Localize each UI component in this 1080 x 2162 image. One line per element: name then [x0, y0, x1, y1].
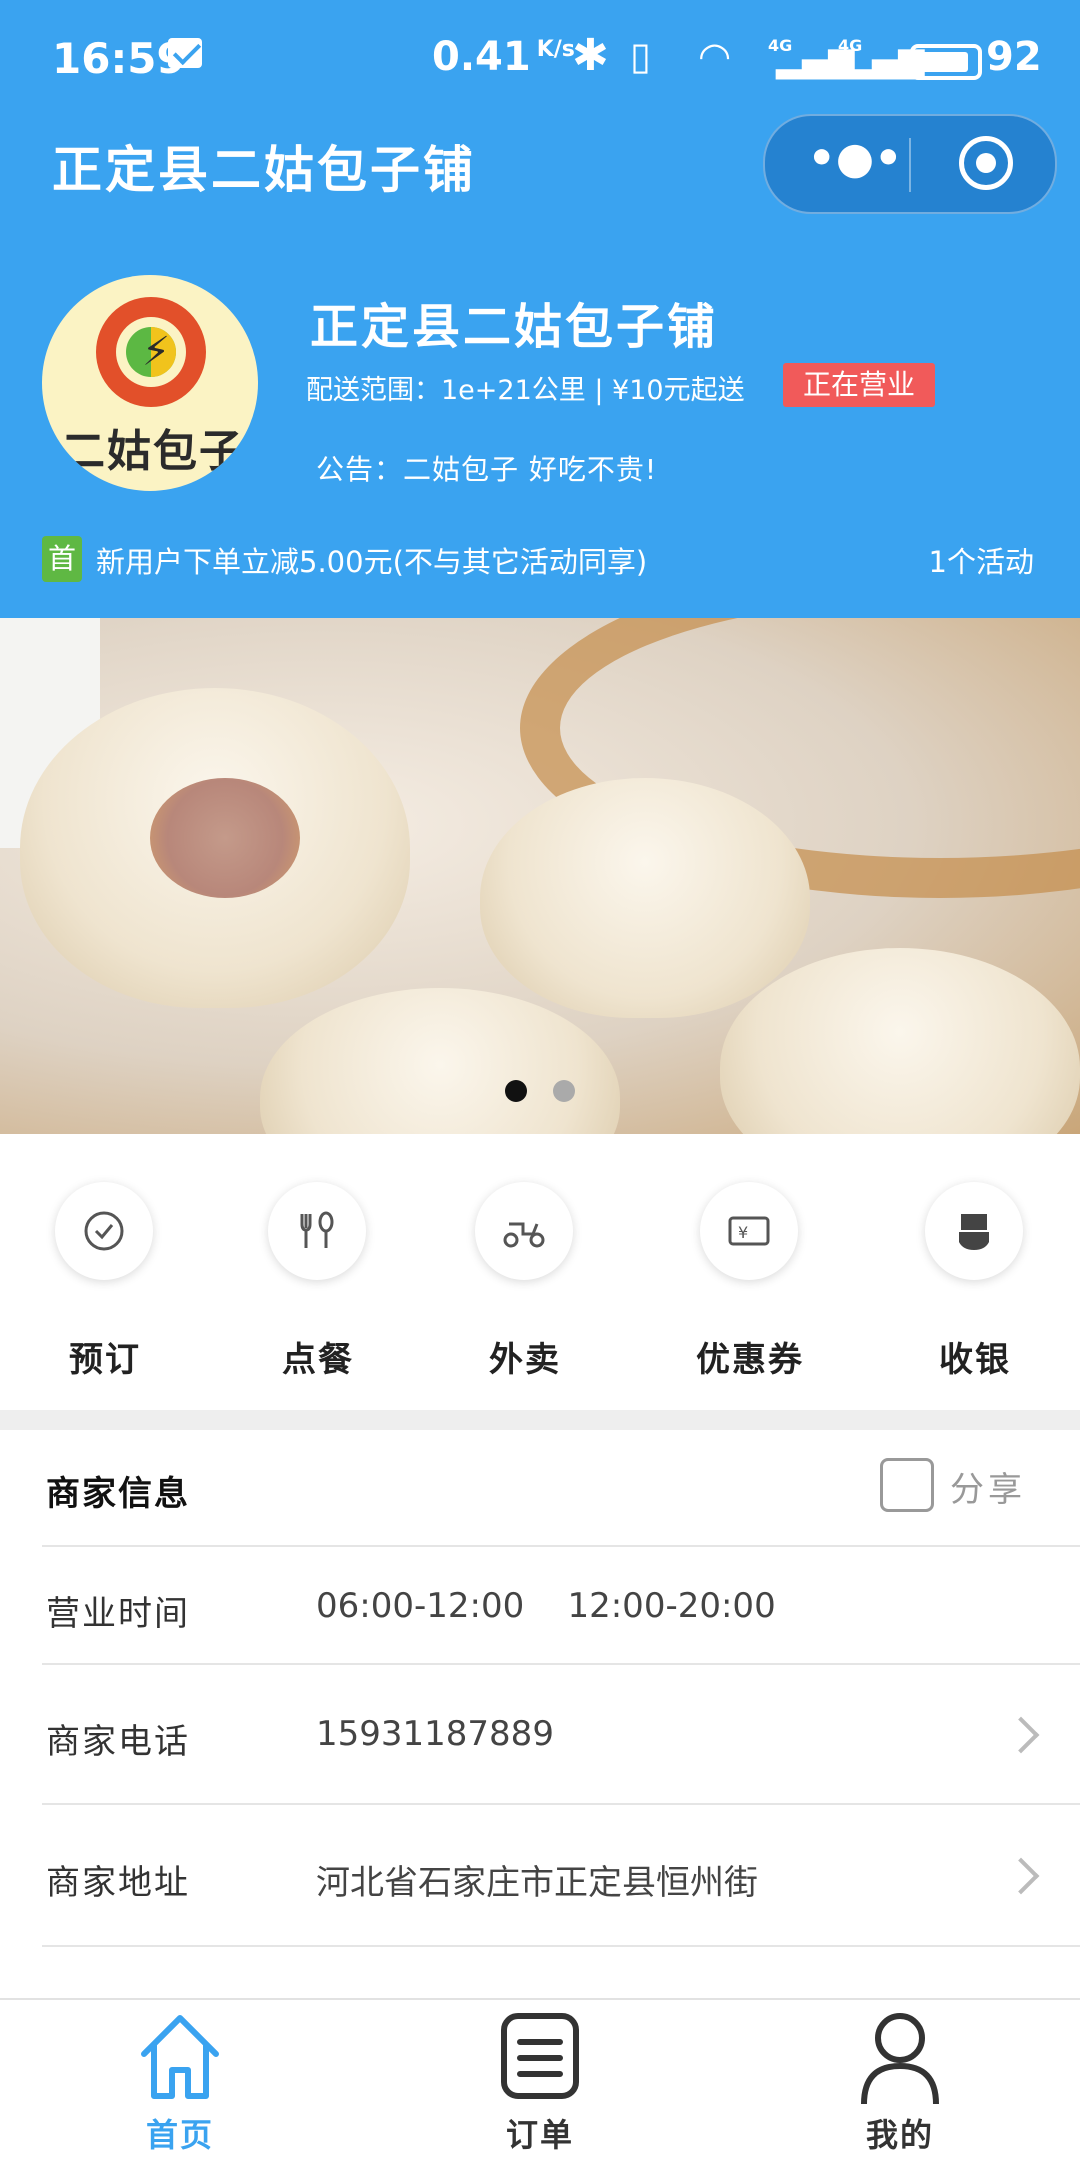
feature-menu: 预订 点餐 外卖 ¥ 优惠券 收银	[0, 1134, 1080, 1410]
menu-label: 预订	[69, 1340, 141, 1380]
info-label-phone: 商家电话	[46, 1722, 190, 1762]
message-icon	[168, 38, 202, 68]
delivery-info: 配送范围：1e+21公里 | ¥10元起送	[306, 375, 745, 406]
promo-count[interactable]: 1个活动	[929, 539, 1034, 581]
menu-item-order[interactable]: 点餐	[248, 1182, 388, 1382]
carousel-dot-active[interactable]	[505, 1080, 527, 1102]
tab-bar: 首页 订单 我的	[0, 1998, 1080, 2162]
network-speed-unit: K/s	[536, 36, 575, 62]
promo-text[interactable]: 新用户下单立减5.00元(不与其它活动同享)	[96, 539, 647, 581]
info-value-address[interactable]: 河北省石家庄市正定县恒州街	[316, 1855, 758, 1904]
divider	[42, 1945, 1080, 1947]
info-label-hours: 营业时间	[46, 1594, 190, 1634]
bluetooth-icon: ✱	[572, 30, 609, 81]
page-title: 正定县二姑包子铺	[52, 141, 476, 199]
menu-label: 收银	[939, 1340, 1011, 1380]
divider	[42, 1663, 1080, 1665]
divider	[42, 1803, 1080, 1805]
battery-icon	[910, 44, 982, 80]
menu-item-reserve[interactable]: 预订	[35, 1182, 175, 1382]
section-title: 商家信息	[46, 1474, 190, 1514]
logo-text: 二姑包子	[61, 426, 245, 477]
tab-profile[interactable]: 我的	[800, 2010, 1000, 2154]
network-speed-value: 0.41	[432, 34, 531, 80]
bun-image	[480, 778, 810, 1018]
menu-label: 外卖	[489, 1340, 561, 1380]
info-value-phone[interactable]: 15931187889	[316, 1714, 554, 1754]
menu-item-takeout[interactable]: 外卖	[455, 1182, 595, 1382]
chevron-right-icon[interactable]	[1002, 1716, 1040, 1754]
status-badge: 正在营业	[783, 363, 935, 407]
carousel-dots	[505, 1080, 601, 1106]
tab-orders[interactable]: 订单	[440, 2010, 640, 2154]
battery-level: 92	[986, 34, 1042, 80]
status-bar: 16:59 0.41 K/s ✱ ▯ ◠ 4G ▂▄▆ 4G ▂▄▆ 92	[0, 0, 1080, 115]
order-list-icon	[501, 2013, 579, 2099]
fork-spoon-icon	[268, 1182, 366, 1280]
home-icon	[141, 2015, 219, 2099]
more-icon[interactable]: •●•	[805, 137, 905, 182]
wifi-icon: ◠	[700, 34, 730, 78]
tab-label: 我的	[865, 2116, 934, 2154]
shop-logo: ⚡ 二姑包子	[42, 275, 258, 491]
tab-label: 首页	[145, 2116, 214, 2154]
banner-image[interactable]	[0, 618, 1080, 1134]
close-target-icon[interactable]	[959, 136, 1013, 190]
tab-label: 订单	[505, 2116, 574, 2154]
bun-image	[260, 988, 620, 1134]
capsule-divider	[909, 138, 911, 192]
user-icon	[861, 2013, 939, 2105]
carousel-dot[interactable]	[553, 1080, 575, 1102]
menu-label: 优惠券	[696, 1340, 804, 1380]
divider	[42, 1545, 1080, 1547]
shop-name: 正定县二姑包子铺	[310, 299, 719, 355]
menu-label: 点餐	[282, 1340, 354, 1380]
bun-filling-image	[150, 778, 300, 898]
section-divider	[0, 1410, 1080, 1430]
scooter-icon	[475, 1182, 573, 1280]
svg-text:¥: ¥	[738, 1223, 748, 1242]
coupon-icon: ¥	[700, 1182, 798, 1280]
cash-hand-icon	[925, 1182, 1023, 1280]
tab-home[interactable]: 首页	[80, 2010, 280, 2154]
vibrate-icon: ▯	[630, 34, 651, 78]
menu-item-cashier[interactable]: 收银	[905, 1182, 1045, 1382]
network-speed: 0.41 K/s	[432, 34, 575, 80]
promo-badge: 首	[42, 536, 82, 582]
info-value-hours: 06:00-12:00 12:00-20:00	[316, 1586, 776, 1626]
info-label-address: 商家地址	[46, 1863, 190, 1903]
mini-program-capsule: •●•	[763, 114, 1057, 214]
clock-check-icon	[55, 1182, 153, 1280]
lightning-icon: ⚡	[142, 329, 171, 375]
shop-notice: 公告：二姑包子 好吃不贵!	[316, 453, 658, 486]
chevron-right-icon[interactable]	[1002, 1857, 1040, 1895]
share-icon	[880, 1458, 934, 1512]
gear-icon: ⚡	[96, 297, 206, 407]
share-label: 分享	[950, 1470, 1026, 1510]
status-time: 16:59	[52, 34, 186, 83]
menu-item-coupon[interactable]: ¥ 优惠券	[680, 1182, 820, 1382]
